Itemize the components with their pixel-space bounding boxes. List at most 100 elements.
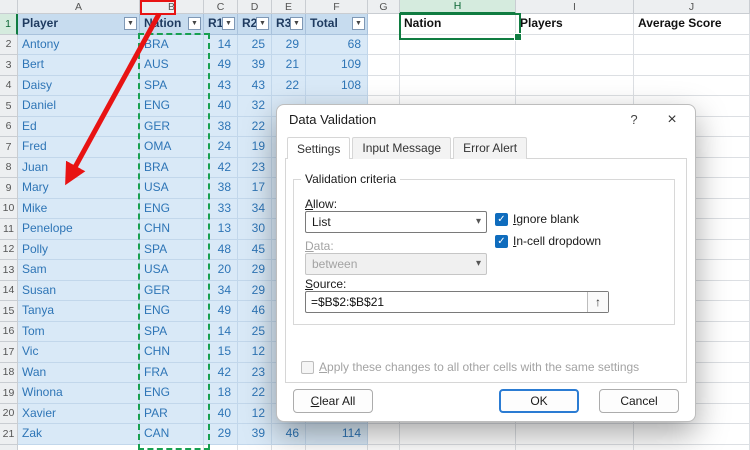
filter-button-B1[interactable]: ▼ — [188, 17, 201, 30]
cancel-button[interactable]: Cancel — [599, 389, 679, 413]
cell-D4[interactable]: 43 — [238, 76, 272, 97]
cell-C9[interactable]: 38 — [204, 178, 238, 199]
column-header-B[interactable]: B — [140, 0, 204, 14]
row-header-13[interactable]: 13 — [0, 260, 18, 281]
cell-B10[interactable]: ENG — [140, 199, 204, 220]
cell-B12[interactable]: SPA — [140, 240, 204, 261]
cell-F1[interactable]: Total▼ — [306, 14, 368, 35]
cell-J22[interactable] — [634, 445, 750, 450]
cell-A8[interactable]: Juan — [18, 158, 140, 179]
cell-G21[interactable] — [368, 424, 400, 445]
cell-A19[interactable]: Winona — [18, 383, 140, 404]
cell-B8[interactable]: BRA — [140, 158, 204, 179]
cell-C22[interactable] — [204, 445, 238, 450]
cell-C20[interactable]: 40 — [204, 404, 238, 425]
cell-B6[interactable]: GER — [140, 117, 204, 138]
cell-C21[interactable]: 29 — [204, 424, 238, 445]
cell-H3[interactable] — [400, 55, 516, 76]
cell-D11[interactable]: 30 — [238, 219, 272, 240]
row-header-9[interactable]: 9 — [0, 178, 18, 199]
help-icon[interactable]: ? — [619, 105, 649, 135]
cell-C1[interactable]: R1▼ — [204, 14, 238, 35]
cell-C8[interactable]: 42 — [204, 158, 238, 179]
cell-I2[interactable] — [516, 35, 634, 56]
column-header-F[interactable]: F — [306, 0, 368, 14]
cell-D21[interactable]: 39 — [238, 424, 272, 445]
cell-J3[interactable] — [634, 55, 750, 76]
cell-C4[interactable]: 43 — [204, 76, 238, 97]
cell-C11[interactable]: 13 — [204, 219, 238, 240]
row-header-10[interactable]: 10 — [0, 199, 18, 220]
column-header-C[interactable]: C — [204, 0, 238, 14]
cell-I1[interactable]: Players — [516, 14, 634, 35]
cell-F21[interactable]: 114 — [306, 424, 368, 445]
cell-B17[interactable]: CHN — [140, 342, 204, 363]
cell-C7[interactable]: 24 — [204, 137, 238, 158]
cell-C15[interactable]: 49 — [204, 301, 238, 322]
row-header-8[interactable]: 8 — [0, 158, 18, 179]
tab-input-message[interactable]: Input Message — [352, 137, 451, 159]
cell-A4[interactable]: Daisy — [18, 76, 140, 97]
cell-A13[interactable]: Sam — [18, 260, 140, 281]
cell-I22[interactable] — [516, 445, 634, 450]
cell-B20[interactable]: PAR — [140, 404, 204, 425]
cell-G22[interactable] — [368, 445, 400, 450]
tab-error-alert[interactable]: Error Alert — [453, 137, 527, 159]
cell-C19[interactable]: 18 — [204, 383, 238, 404]
cell-B22[interactable] — [140, 445, 204, 450]
cell-D3[interactable]: 39 — [238, 55, 272, 76]
cell-F22[interactable] — [306, 445, 368, 450]
cell-A22[interactable] — [18, 445, 140, 450]
cell-G1[interactable] — [368, 14, 400, 35]
cell-A6[interactable]: Ed — [18, 117, 140, 138]
cell-E3[interactable]: 21 — [272, 55, 306, 76]
cell-A12[interactable]: Polly — [18, 240, 140, 261]
cell-F3[interactable]: 109 — [306, 55, 368, 76]
row-header-19[interactable]: 19 — [0, 383, 18, 404]
cell-E1[interactable]: R3▼ — [272, 14, 306, 35]
cell-C6[interactable]: 38 — [204, 117, 238, 138]
filter-button-A1[interactable]: ▼ — [124, 17, 137, 30]
cell-I21[interactable] — [516, 424, 634, 445]
cell-D7[interactable]: 19 — [238, 137, 272, 158]
cell-A18[interactable]: Wan — [18, 363, 140, 384]
incell-dropdown-checkbox[interactable]: ✓ In-cell dropdown — [495, 232, 601, 250]
cell-D10[interactable]: 34 — [238, 199, 272, 220]
clear-all-button[interactable]: Clear All — [293, 389, 373, 413]
ok-button[interactable]: OK — [499, 389, 579, 413]
cell-A9[interactable]: Mary — [18, 178, 140, 199]
row-header-4[interactable]: 4 — [0, 76, 18, 97]
cell-B19[interactable]: ENG — [140, 383, 204, 404]
cell-A7[interactable]: Fred — [18, 137, 140, 158]
allow-select[interactable]: List ▾ — [305, 211, 487, 233]
cell-B15[interactable]: ENG — [140, 301, 204, 322]
row-header-3[interactable]: 3 — [0, 55, 18, 76]
row-header-7[interactable]: 7 — [0, 137, 18, 158]
cell-A11[interactable]: Penelope — [18, 219, 140, 240]
column-header-E[interactable]: E — [272, 0, 306, 14]
column-header-I[interactable]: I — [516, 0, 634, 14]
row-header-11[interactable]: 11 — [0, 219, 18, 240]
cell-A21[interactable]: Zak — [18, 424, 140, 445]
cell-A14[interactable]: Susan — [18, 281, 140, 302]
cell-A17[interactable]: Vic — [18, 342, 140, 363]
cell-G3[interactable] — [368, 55, 400, 76]
cell-A5[interactable]: Daniel — [18, 96, 140, 117]
row-header-21[interactable]: 21 — [0, 424, 18, 445]
cell-D17[interactable]: 12 — [238, 342, 272, 363]
cell-D8[interactable]: 23 — [238, 158, 272, 179]
collapse-dialog-button[interactable]: ↑ — [587, 292, 608, 312]
row-header-15[interactable]: 15 — [0, 301, 18, 322]
cell-H1[interactable]: Nation — [400, 14, 516, 35]
row-header-20[interactable]: 20 — [0, 404, 18, 425]
cell-C12[interactable]: 48 — [204, 240, 238, 261]
cell-J21[interactable] — [634, 424, 750, 445]
column-header-G[interactable]: G — [368, 0, 400, 14]
cell-C5[interactable]: 40 — [204, 96, 238, 117]
cell-A15[interactable]: Tanya — [18, 301, 140, 322]
cell-D20[interactable]: 12 — [238, 404, 272, 425]
cell-D13[interactable]: 29 — [238, 260, 272, 281]
cell-A10[interactable]: Mike — [18, 199, 140, 220]
cell-D1[interactable]: R2▼ — [238, 14, 272, 35]
cell-C3[interactable]: 49 — [204, 55, 238, 76]
